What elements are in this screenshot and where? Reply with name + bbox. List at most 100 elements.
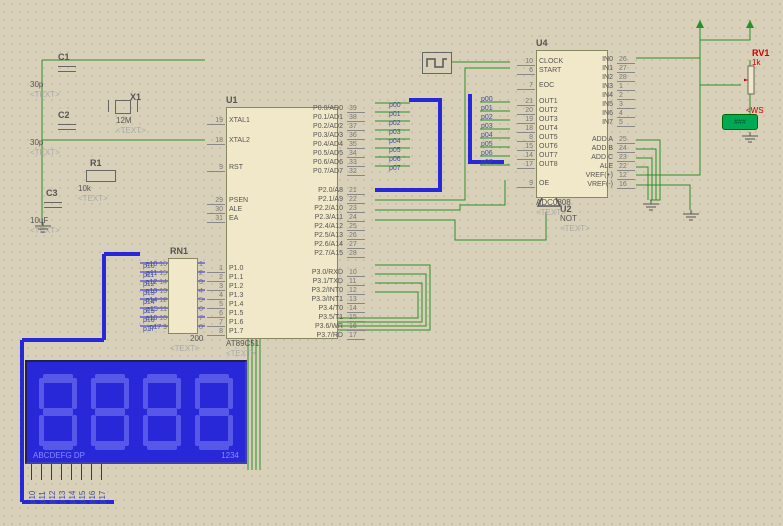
crystal-x1[interactable] — [108, 100, 138, 112]
u1-pin-p2.6/a14: 27P2.6/A14 — [314, 240, 365, 249]
rn-pin-left: p11 15 — [146, 270, 167, 277]
rn-pin-left: p10 16 — [146, 261, 167, 268]
u1-pin-p3.1/txd: 11P3.1/TXD — [313, 277, 365, 286]
seg-pin-label: p13 — [58, 491, 67, 504]
u4-pin-clock: 10CLOCK — [517, 57, 563, 66]
c1-val: 30p — [30, 80, 43, 89]
u4-pin-in1: 27IN1 — [602, 64, 635, 73]
net-label: p03 — [389, 129, 401, 136]
rn-pin-right: 8 — [199, 324, 203, 331]
seg-pin-label: p10 — [28, 491, 37, 504]
rv1-val: 1k — [752, 58, 760, 67]
u4-pin-out1: 21OUT1 — [517, 97, 558, 106]
u4-pin-add c: 23ADD C — [591, 153, 635, 162]
seg-pin-label: p12 — [48, 491, 57, 504]
u1-pin-p2.5/a13: 26P2.5/A13 — [314, 231, 365, 240]
rn1-text: <TEXT> — [170, 344, 200, 353]
u4-text: <TEXT> — [536, 208, 566, 217]
net-label: p00 — [481, 96, 493, 103]
net-label: p02 — [481, 114, 493, 121]
u1-text: <TEXT> — [226, 349, 256, 358]
seg-pin-label: p15 — [78, 491, 87, 504]
u4-pin-in5: 3IN5 — [602, 100, 635, 109]
net-label: p02 — [389, 120, 401, 127]
rn1-val: 200 — [190, 334, 203, 343]
u4-pin-vref(+): 12VREF(+) — [586, 171, 635, 180]
u1-pin-p3.2/int0: 12P3.2/INT0 — [311, 286, 365, 295]
u1-pin-p1.0: 1P1.0 — [207, 264, 243, 273]
net-label: p01 — [389, 111, 401, 118]
u4-pin-in4: 2IN4 — [602, 91, 635, 100]
c3-id: C3 — [46, 188, 58, 198]
u1-pin-p0.1/ad1: 38P0.1/AD1 — [313, 113, 365, 122]
u1-pin-xtal1: 19XTAL1 — [207, 116, 250, 125]
meter-value: ### — [734, 119, 746, 126]
ground-icon — [740, 132, 760, 142]
ground-icon — [33, 222, 53, 232]
rn-pin-right: 3 — [199, 279, 203, 286]
u1-pin-p3.6/wr: 16P3.6/WR — [315, 322, 365, 331]
ground-icon — [681, 210, 701, 220]
u4-pin-in3: 1IN3 — [602, 82, 635, 91]
net-label: p03 — [481, 123, 493, 130]
net-label: p07 — [481, 159, 493, 166]
u4-pin-add b: 24ADD B — [592, 144, 635, 153]
u1-pin-p3.3/int1: 13P3.3/INT1 — [311, 295, 365, 304]
capacitor-c1[interactable] — [58, 66, 76, 72]
u1-pin-psen: 29PSEN — [207, 196, 248, 205]
u1-pin-p0.3/ad3: 36P0.3/AD3 — [313, 131, 365, 140]
rn-pin-right: 4 — [199, 288, 203, 295]
seg-legend: ABCDEFG DP — [33, 451, 85, 460]
u4-pin-oe: 9OE — [517, 179, 549, 188]
rn-pin-right: 7 — [199, 315, 203, 322]
u1-pin-p1.3: 4P1.3 — [207, 291, 243, 300]
rn-pin-right: 5 — [199, 297, 203, 304]
u1-pin-p2.0/a8: 21P2.0/A8 — [318, 186, 365, 195]
u1-id: U1 — [226, 95, 238, 105]
net-label: p06 — [389, 156, 401, 163]
u1-pin-p1.2: 3P1.2 — [207, 282, 243, 291]
net-label: p04 — [389, 138, 401, 145]
u4-pin-out7: 14OUT7 — [517, 151, 558, 160]
clock-source[interactable] — [422, 52, 452, 74]
resistor-r1[interactable] — [86, 170, 116, 182]
net-label: p05 — [389, 147, 401, 154]
u4-pin-out5: 8OUT5 — [517, 133, 558, 142]
u4-pin-out4: 18OUT4 — [517, 124, 558, 133]
c2-id: C2 — [58, 110, 70, 120]
chip-u1[interactable]: 19XTAL118XTAL29RST29PSEN30ALE31EA1P1.0p1… — [226, 107, 338, 339]
net-label: p01 — [481, 105, 493, 112]
u4-pin-out2: 20OUT2 — [517, 106, 558, 115]
net-label: p07 — [389, 165, 401, 172]
u4-pin-out3: 19OUT3 — [517, 115, 558, 124]
seg-pin-label: p17 — [98, 491, 107, 504]
rn-pin-left: p12 14 — [146, 279, 167, 286]
net-label: p00 — [389, 102, 401, 109]
chip-u4[interactable]: 10CLOCK6START7EOC21OUT1p0020OUT2p0119OUT… — [536, 50, 608, 198]
u1-pin-p2.4/a12: 25P2.4/A12 — [314, 222, 365, 231]
u1-pin-p1.1: 2P1.1 — [207, 273, 243, 282]
u1-part: AT89C51 — [226, 339, 259, 348]
u1-pin-rst: 9RST — [207, 163, 243, 172]
capacitor-c3[interactable] — [44, 202, 62, 208]
u1-pin-p2.7/a15: 28P2.7/A15 — [314, 249, 365, 258]
u1-pin-p1.4: 5P1.4 — [207, 300, 243, 309]
u1-pin-p0.4/ad4: 35P0.4/AD4 — [313, 140, 365, 149]
r1-val: 10k — [78, 184, 91, 193]
u1-pin-p0.2/ad2: 37P0.2/AD2 — [313, 122, 365, 131]
rn-pin-left: p15 11 — [146, 306, 167, 313]
u1-pin-p3.0/rxd: 10P3.0/RXD — [312, 268, 365, 277]
u4-id: U4 — [536, 38, 548, 48]
u4-pin-out8: 17OUT8 — [517, 160, 558, 169]
u4-pin-in0: 26IN0 — [602, 55, 635, 64]
resistor-network[interactable]: p10 16p11 15p12 14p13 13p14 12p15 11p16 … — [168, 258, 198, 334]
seg-pin-label: p11 — [38, 491, 47, 504]
u4-part: ADC0808 — [536, 198, 571, 207]
capacitor-c2[interactable] — [58, 124, 76, 130]
rn-pin-left: p14 12 — [146, 297, 167, 304]
u1-pin-p2.3/a11: 24P2.3/A11 — [315, 213, 365, 222]
c2-val: 30p — [30, 138, 43, 147]
u2-text: <TEXT> — [560, 224, 590, 233]
rn1-id: RN1 — [170, 246, 188, 256]
u1-pin-p3.7/rd: 17P3.7/RD — [317, 331, 365, 340]
